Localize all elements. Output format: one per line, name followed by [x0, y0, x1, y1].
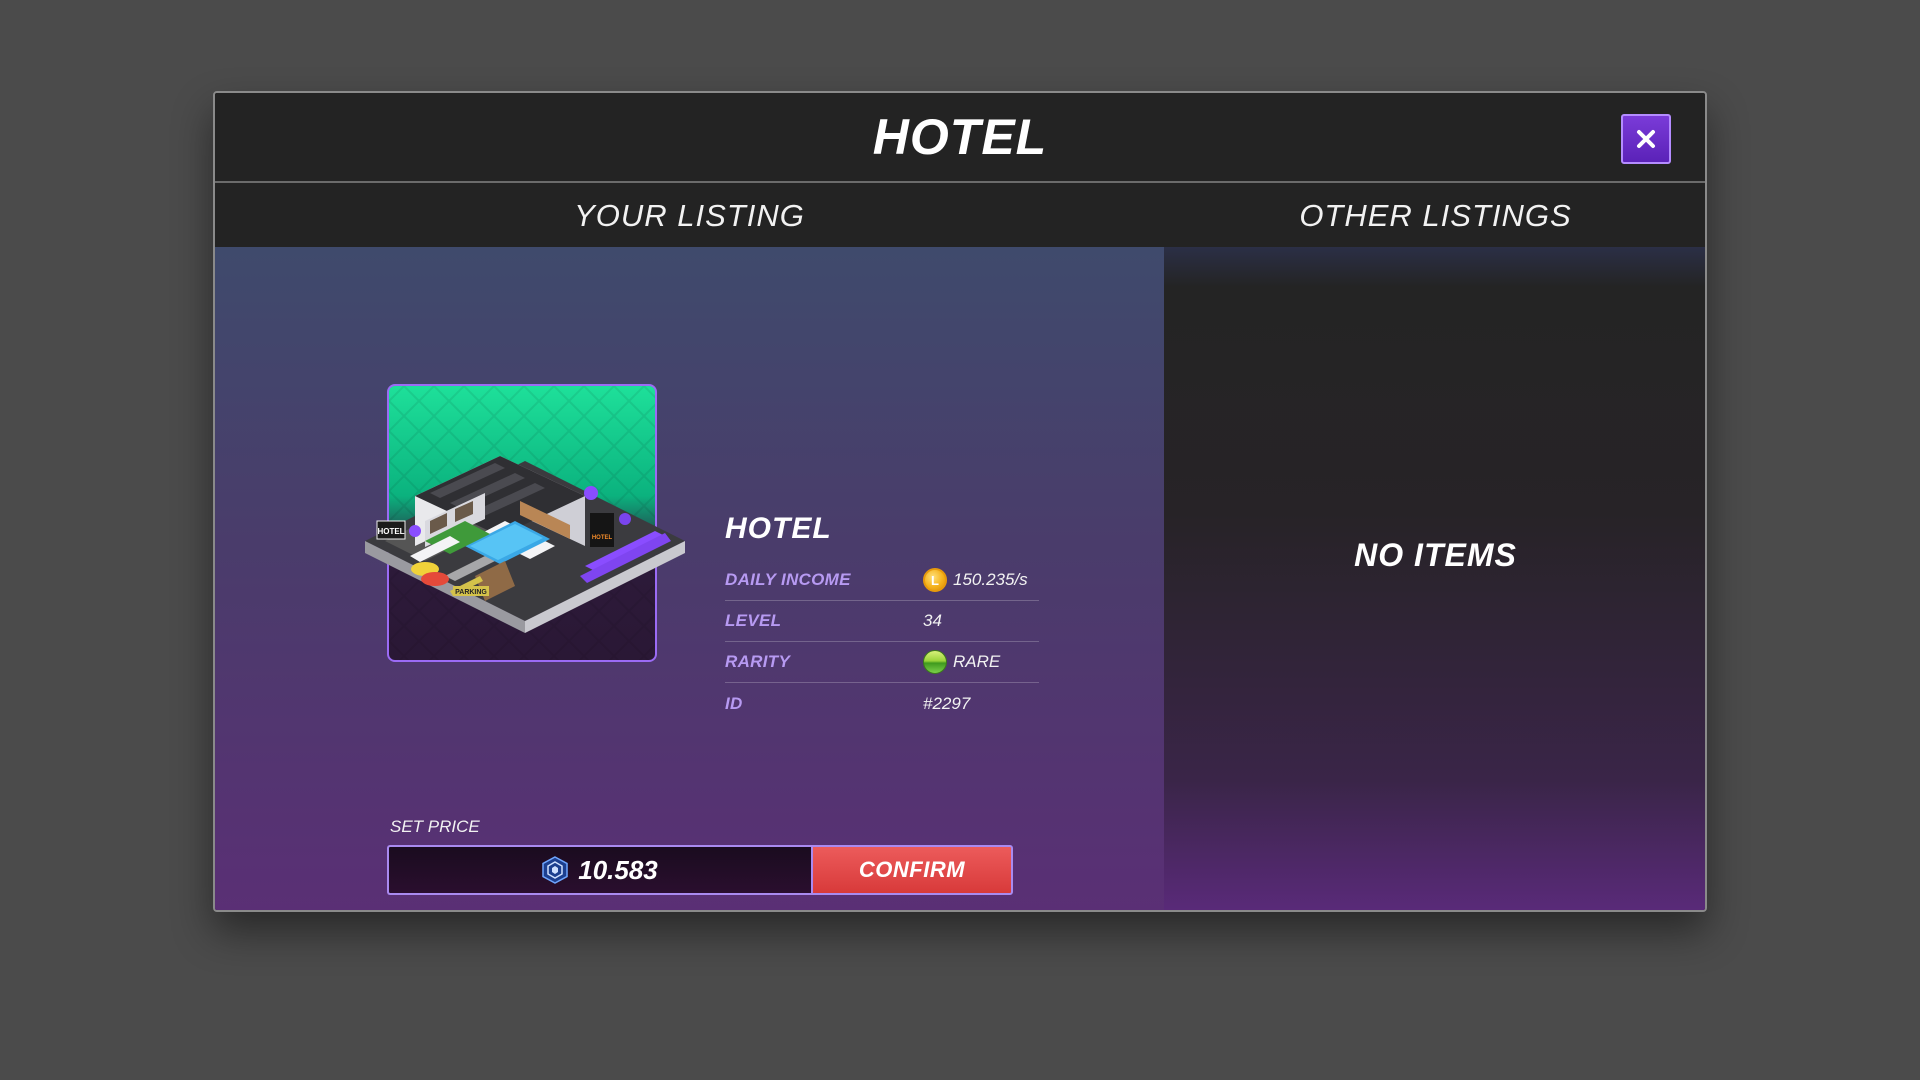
- set-price-label: SET PRICE: [390, 817, 480, 836]
- rarity-value: RARE: [953, 652, 1001, 671]
- price-value: 10.583: [578, 854, 658, 885]
- stat-row-rarity: RARITY RARE: [725, 642, 1039, 683]
- price-input[interactable]: 10.583: [387, 845, 811, 895]
- hotel-roof-sign: HOTEL: [592, 535, 613, 541]
- id-value: #2297: [923, 693, 971, 713]
- confirm-button[interactable]: CONFIRM: [811, 845, 1013, 895]
- tab-your-listing[interactable]: YOUR LISTING: [215, 185, 1164, 247]
- listing-modal: HOTEL YOUR LISTING OTHER LISTINGS HOTEL …: [213, 91, 1707, 912]
- hotel-sign: HOTEL: [377, 527, 404, 536]
- stat-label: LEVEL: [725, 611, 782, 630]
- stat-row-id: ID #2297: [725, 683, 1039, 724]
- stat-row-level: LEVEL 34: [725, 601, 1039, 642]
- stat-label: ID: [725, 693, 743, 713]
- cronos-token-icon: [542, 856, 568, 884]
- stat-label: RARITY: [725, 652, 791, 671]
- tab-other-listings[interactable]: OTHER LISTINGS: [1164, 185, 1705, 247]
- item-name: HOTEL: [725, 512, 832, 545]
- rarity-dot-icon: [923, 650, 947, 674]
- your-listing-panel: HOTEL HOTEL PARKING HOTEL DAILY INCOME L…: [215, 247, 1164, 910]
- no-items-text: NO ITEMS: [1354, 537, 1517, 573]
- hotel-building-art: HOTEL HOTEL PARKING: [365, 456, 685, 633]
- modal-header: HOTEL: [215, 93, 1705, 183]
- daily-income-value: 150.235/s: [953, 570, 1028, 589]
- stat-label: DAILY INCOME: [725, 570, 851, 589]
- modal-title: HOTEL: [872, 109, 1048, 165]
- level-value: 34: [923, 611, 942, 630]
- parking-sign: PARKING: [455, 589, 487, 596]
- stats-table: DAILY INCOME L 150.235/s LEVEL 34 RARITY…: [725, 560, 1039, 724]
- coin-icon: L: [923, 568, 947, 592]
- close-button[interactable]: [1621, 114, 1671, 164]
- close-icon: [1637, 130, 1655, 148]
- stat-row-daily-income: DAILY INCOME L 150.235/s: [725, 560, 1039, 601]
- tabs-row: YOUR LISTING OTHER LISTINGS: [215, 185, 1705, 247]
- other-listings-panel: NO ITEMS: [1164, 247, 1705, 910]
